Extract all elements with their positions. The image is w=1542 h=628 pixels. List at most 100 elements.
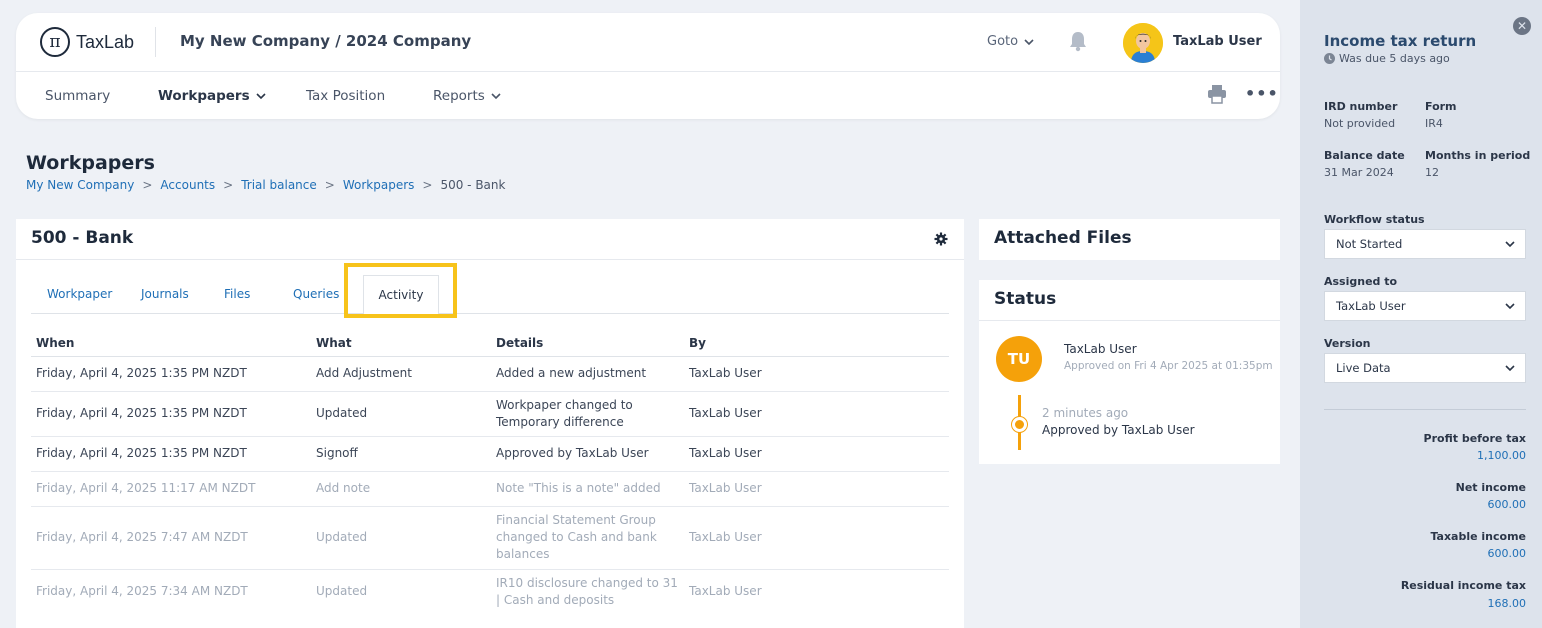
chevron-down-icon: [256, 93, 266, 100]
cell-when: Friday, April 4, 2025 11:17 AM NZDT: [31, 471, 311, 507]
goto-label: Goto: [987, 34, 1019, 49]
timeline-text: Approved by TaxLab User: [1042, 423, 1195, 437]
balance-date-value: 31 Mar 2024: [1324, 166, 1394, 179]
column-header-what: What: [311, 331, 491, 357]
more-options-icon[interactable]: •••: [1245, 84, 1279, 103]
close-icon[interactable]: ✕: [1513, 17, 1531, 35]
logo-divider: [155, 27, 156, 57]
timeline-dot: [1012, 417, 1027, 432]
workflow-status-select[interactable]: Not Started: [1324, 229, 1526, 259]
breadcrumb-separator: >: [422, 178, 433, 192]
table-row: Friday, April 4, 2025 1:35 PM NZDT Updat…: [31, 391, 949, 437]
residual-income-tax-value[interactable]: 168.00: [1488, 597, 1527, 610]
column-header-when: When: [31, 331, 311, 357]
ird-number-label: IRD number: [1324, 100, 1398, 113]
panel-title: Income tax return: [1324, 32, 1477, 50]
tab-journals[interactable]: Journals: [141, 287, 189, 301]
profit-before-tax-value[interactable]: 1,100.00: [1477, 449, 1526, 462]
nav-workpapers-label: Workpapers: [158, 88, 250, 104]
cell-what: Add Adjustment: [311, 356, 491, 392]
user-avatar[interactable]: [1123, 23, 1163, 63]
cell-what: Add note: [311, 471, 491, 507]
due-status: Was due 5 days ago: [1324, 52, 1450, 65]
breadcrumb-separator: >: [142, 178, 153, 192]
gear-icon[interactable]: [934, 232, 948, 246]
user-name[interactable]: TaxLab User: [1173, 34, 1262, 49]
assigned-to-label: Assigned to: [1324, 275, 1398, 288]
chevron-down-icon: [491, 93, 501, 100]
residual-income-tax-label: Residual income tax: [1400, 579, 1526, 592]
cell-by: TaxLab User: [684, 506, 949, 570]
version-value: Live Data: [1336, 361, 1391, 375]
breadcrumb-link-company[interactable]: My New Company: [26, 178, 134, 192]
nav-summary[interactable]: Summary: [45, 88, 110, 104]
nav-reports[interactable]: Reports: [433, 88, 501, 104]
status-approved-text: Approved on Fri 4 Apr 2025 at 01:35pm: [1064, 360, 1273, 372]
cell-details: Financial Statement Group changed to Cas…: [491, 506, 684, 570]
form-label: Form: [1425, 100, 1457, 113]
ird-number-value: Not provided: [1324, 117, 1396, 130]
header-card: π TaxLab My New Company / 2024 Company G…: [16, 13, 1280, 119]
taxable-income-value[interactable]: 600.00: [1488, 547, 1527, 560]
tab-workpaper[interactable]: Workpaper: [47, 287, 112, 301]
version-label: Version: [1324, 337, 1371, 350]
cell-when: Friday, April 4, 2025 1:35 PM NZDT: [31, 436, 311, 472]
nav-summary-label: Summary: [45, 88, 111, 104]
nav-workpapers[interactable]: Workpapers: [158, 88, 266, 104]
tab-files[interactable]: Files: [224, 287, 250, 301]
cell-by: TaxLab User: [684, 436, 949, 472]
status-user-name: TaxLab User: [1064, 342, 1137, 356]
assigned-to-select[interactable]: TaxLab User: [1324, 291, 1526, 321]
table-row: Friday, April 4, 2025 11:17 AM NZDT Add …: [31, 471, 949, 507]
activity-table: When What Details By Friday, April 4, 20…: [31, 331, 949, 614]
tab-activity[interactable]: Activity: [363, 275, 439, 315]
nav-tax-position[interactable]: Tax Position: [306, 88, 385, 104]
breadcrumb-link-accounts[interactable]: Accounts: [160, 178, 215, 192]
profit-before-tax-label: Profit before tax: [1423, 432, 1526, 445]
net-income-label: Net income: [1455, 481, 1526, 494]
main-nav: Summary Workpapers Tax Position Reports …: [16, 72, 1280, 119]
status-title: Status: [994, 289, 1057, 309]
cell-by: TaxLab User: [689, 584, 762, 599]
table-row: Friday, April 4, 2025 1:35 PM NZDT Signo…: [31, 436, 949, 472]
taxlab-logo[interactable]: π TaxLab: [40, 27, 134, 57]
chevron-down-icon: [1505, 241, 1515, 248]
page-title: Workpapers: [26, 152, 155, 174]
assigned-to-value: TaxLab User: [1336, 299, 1406, 313]
print-icon[interactable]: [1207, 84, 1227, 104]
months-in-period-value: 12: [1425, 166, 1439, 179]
table-row: Friday, April 4, 2025 1:35 PM NZDT Add A…: [31, 356, 949, 392]
bell-icon[interactable]: [1068, 30, 1088, 52]
net-income-value[interactable]: 600.00: [1488, 498, 1527, 511]
taxable-income-label: Taxable income: [1430, 530, 1526, 543]
version-select[interactable]: Live Data: [1324, 353, 1526, 383]
nav-reports-label: Reports: [433, 88, 485, 104]
workflow-status-value: Not Started: [1336, 237, 1403, 251]
panel-divider: [1324, 409, 1526, 410]
cell-what: Updated: [316, 584, 368, 599]
breadcrumb: My New Company > Accounts > Trial balanc…: [26, 178, 505, 192]
breadcrumb-link-workpapers[interactable]: Workpapers: [343, 178, 415, 192]
goto-dropdown[interactable]: Goto: [987, 34, 1034, 49]
nav-tax-position-label: Tax Position: [306, 88, 386, 104]
chevron-down-icon: [1024, 38, 1034, 45]
breadcrumb-separator: >: [324, 178, 335, 192]
logo-icon: π: [40, 27, 70, 57]
cell-what: Updated: [311, 391, 491, 437]
income-tax-return-panel: ✕ Income tax return Was due 5 days ago I…: [1300, 0, 1542, 628]
cell-when: Friday, April 4, 2025 7:47 AM NZDT: [31, 506, 311, 570]
cell-details: Note "This is a note" added: [491, 471, 684, 507]
timeline-time: 2 minutes ago: [1042, 406, 1129, 420]
column-header-by: By: [684, 331, 949, 357]
table-row: Friday, April 4, 2025 7:47 AM NZDT Updat…: [31, 506, 949, 570]
tab-queries[interactable]: Queries: [293, 287, 339, 301]
cell-when: Friday, April 4, 2025 1:35 PM NZDT: [31, 391, 311, 437]
workpaper-title: 500 - Bank: [31, 228, 134, 248]
status-user-avatar: TU: [996, 336, 1042, 382]
months-in-period-label: Months in period: [1425, 149, 1531, 162]
balance-date-label: Balance date: [1324, 149, 1405, 162]
cell-by: TaxLab User: [684, 391, 949, 437]
breadcrumb-link-trial-balance[interactable]: Trial balance: [241, 178, 317, 192]
form-value: IR4: [1425, 117, 1443, 130]
status-card: Status TU TaxLab User Approved on Fri 4 …: [979, 280, 1280, 464]
